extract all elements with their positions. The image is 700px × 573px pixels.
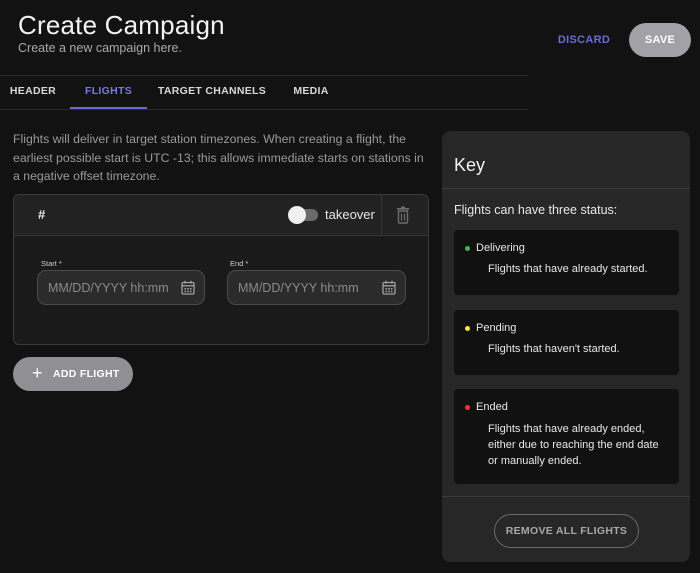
add-flight-label: ADD FLIGHT <box>53 368 120 380</box>
remove-all-flights-button[interactable]: REMOVE ALL FLIGHTS <box>494 514 639 548</box>
plus-icon: + <box>32 363 43 383</box>
key-subtitle: Flights can have three status: <box>454 203 618 217</box>
status-card-delivering: Delivering Flights that have already sta… <box>454 230 679 295</box>
status-dot-pending <box>465 326 470 331</box>
end-date-field <box>227 270 406 305</box>
start-date-input[interactable] <box>48 279 178 297</box>
status-description: Flights that have already started. <box>488 263 648 275</box>
tab-bar: HEADER FLIGHTS TARGET CHANNELS MEDIA <box>0 76 528 109</box>
flight-card-header: # takeover <box>14 195 428 236</box>
key-panel: Key Flights can have three status: Deliv… <box>442 131 690 562</box>
status-description: Flights that haven't started. <box>488 343 620 355</box>
key-divider-bottom <box>442 496 690 497</box>
page-title: Create Campaign <box>18 10 225 40</box>
start-date-field <box>37 270 205 305</box>
end-label: End * <box>230 259 249 268</box>
discard-button[interactable]: DISCARD <box>552 28 616 52</box>
status-name: Delivering <box>476 242 525 254</box>
start-label: Start * <box>41 259 62 268</box>
calendar-icon[interactable] <box>181 280 195 295</box>
add-flight-button[interactable]: + ADD FLIGHT <box>13 357 133 391</box>
status-card-ended: Ended Flights that have already ended, e… <box>454 389 679 484</box>
takeover-toggle[interactable] <box>288 206 318 224</box>
calendar-icon[interactable] <box>382 280 396 295</box>
toggle-knob <box>288 206 306 224</box>
status-name: Pending <box>476 322 517 334</box>
page-subtitle: Create a new campaign here. <box>18 41 182 55</box>
key-divider-top <box>442 188 690 189</box>
tab-media[interactable]: MEDIA <box>282 76 340 109</box>
flight-card: # takeover Start * End * <box>13 194 429 345</box>
status-card-pending: Pending Flights that haven't started. <box>454 310 679 375</box>
end-date-input[interactable] <box>238 279 368 297</box>
key-title: Key <box>454 155 486 175</box>
flights-intro-text: Flights will deliver in target station t… <box>13 132 424 183</box>
tab-header[interactable]: HEADER <box>0 76 66 109</box>
flight-number: # <box>38 207 46 222</box>
tab-flights[interactable]: FLIGHTS <box>70 76 147 109</box>
trash-icon[interactable] <box>396 206 410 224</box>
status-dot-delivering <box>465 246 470 251</box>
tab-target-channels[interactable]: TARGET CHANNELS <box>150 76 274 109</box>
status-dot-ended <box>465 405 470 410</box>
takeover-label: takeover <box>325 207 375 222</box>
tabs-divider <box>0 109 528 110</box>
status-name: Ended <box>476 401 508 413</box>
header-vertical-divider <box>381 195 382 236</box>
save-button[interactable]: SAVE <box>629 23 691 57</box>
status-description: Flights that have already ended, either … <box>488 423 659 467</box>
